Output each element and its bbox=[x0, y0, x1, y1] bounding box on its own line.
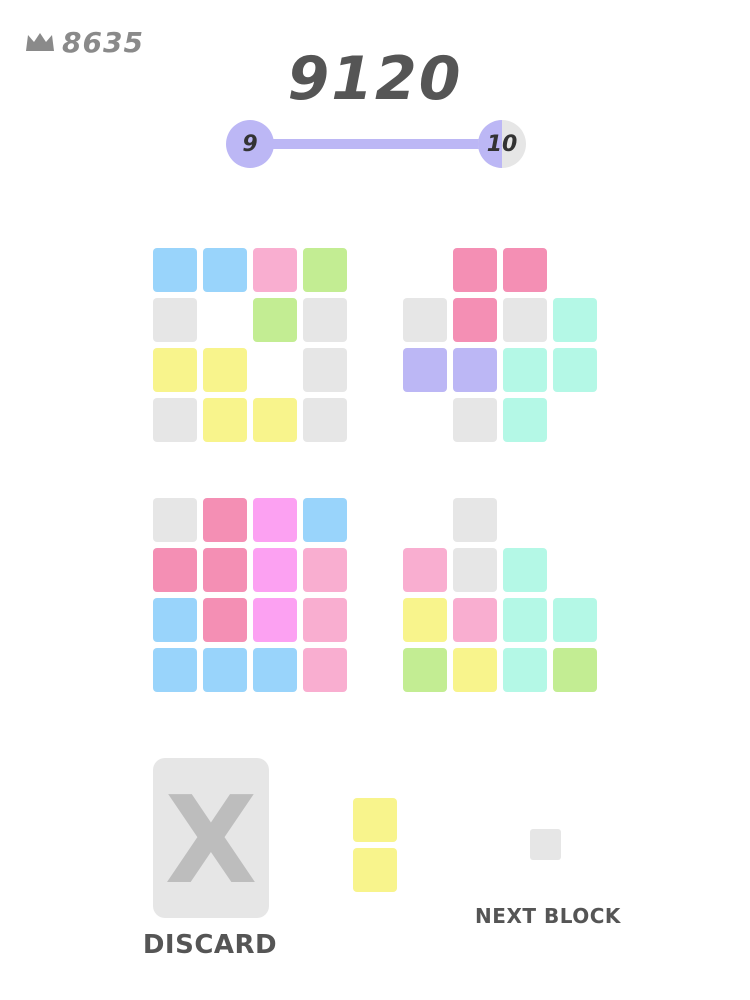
piece-cell[interactable] bbox=[353, 848, 397, 892]
next-block-cell bbox=[530, 829, 561, 860]
board-cell[interactable] bbox=[253, 548, 297, 592]
board-cell[interactable] bbox=[453, 648, 497, 692]
board-cell[interactable] bbox=[303, 648, 347, 692]
current-score: 9120 bbox=[287, 44, 463, 114]
board-cell[interactable] bbox=[203, 598, 247, 642]
board-cell[interactable] bbox=[153, 248, 197, 292]
board-cell[interactable] bbox=[453, 398, 497, 442]
board-cell[interactable] bbox=[503, 648, 547, 692]
board-cell[interactable] bbox=[503, 348, 547, 392]
board-cell[interactable] bbox=[403, 598, 447, 642]
board-cell[interactable] bbox=[553, 648, 597, 692]
board-cell[interactable] bbox=[503, 298, 547, 342]
board-cell[interactable] bbox=[153, 348, 197, 392]
board-cell[interactable] bbox=[453, 348, 497, 392]
board-cell[interactable] bbox=[503, 598, 547, 642]
board-cell[interactable] bbox=[253, 648, 297, 692]
board-cell[interactable] bbox=[553, 598, 597, 642]
board-cell[interactable] bbox=[153, 298, 197, 342]
board-cell[interactable] bbox=[503, 548, 547, 592]
level-current: 9 bbox=[226, 120, 274, 168]
board-cell[interactable] bbox=[153, 498, 197, 542]
board-cell[interactable] bbox=[403, 548, 447, 592]
board-cell[interactable] bbox=[303, 548, 347, 592]
board-cell[interactable] bbox=[403, 348, 447, 392]
discard-label: DISCARD bbox=[142, 930, 278, 960]
board-cell[interactable] bbox=[303, 498, 347, 542]
svg-text:X: X bbox=[165, 786, 258, 890]
level-next-label: 10 bbox=[486, 131, 518, 157]
board-cell[interactable] bbox=[453, 598, 497, 642]
board-cell[interactable] bbox=[203, 548, 247, 592]
board-cell[interactable] bbox=[403, 648, 447, 692]
board-cell[interactable] bbox=[253, 248, 297, 292]
board-bottom-right[interactable] bbox=[403, 498, 599, 694]
level-current-label: 9 bbox=[242, 131, 258, 157]
board-cell[interactable] bbox=[153, 598, 197, 642]
x-icon: X bbox=[165, 786, 258, 890]
board-cell[interactable] bbox=[203, 398, 247, 442]
board-cell[interactable] bbox=[553, 298, 597, 342]
board-cell[interactable] bbox=[203, 348, 247, 392]
board-cell[interactable] bbox=[203, 498, 247, 542]
board-cell[interactable] bbox=[153, 648, 197, 692]
board-cell[interactable] bbox=[253, 498, 297, 542]
board-cell[interactable] bbox=[303, 348, 347, 392]
board-cell[interactable] bbox=[453, 248, 497, 292]
board-cell[interactable] bbox=[303, 598, 347, 642]
board-cell[interactable] bbox=[153, 548, 197, 592]
board-cell[interactable] bbox=[203, 648, 247, 692]
board-cell[interactable] bbox=[303, 298, 347, 342]
piece-cell[interactable] bbox=[353, 798, 397, 842]
board-cell[interactable] bbox=[453, 298, 497, 342]
board-cell[interactable] bbox=[253, 298, 297, 342]
next-block-label: NEXT BLOCK bbox=[475, 904, 621, 928]
board-cell[interactable] bbox=[153, 398, 197, 442]
level-next: 10 bbox=[478, 120, 526, 168]
board-top-right[interactable] bbox=[403, 248, 599, 444]
board-cell[interactable] bbox=[503, 398, 547, 442]
board-cell[interactable] bbox=[253, 398, 297, 442]
board-cell[interactable] bbox=[453, 548, 497, 592]
board-cell[interactable] bbox=[403, 298, 447, 342]
board-cell[interactable] bbox=[303, 248, 347, 292]
level-progress-bar bbox=[248, 139, 502, 149]
board-bottom-left[interactable] bbox=[153, 498, 349, 694]
board-cell[interactable] bbox=[453, 498, 497, 542]
board-cell[interactable] bbox=[253, 598, 297, 642]
discard-button[interactable]: X bbox=[153, 758, 269, 918]
board-cell[interactable] bbox=[203, 248, 247, 292]
board-cell[interactable] bbox=[503, 248, 547, 292]
board-cell[interactable] bbox=[303, 398, 347, 442]
board-top-left[interactable] bbox=[153, 248, 349, 444]
board-cell[interactable] bbox=[553, 348, 597, 392]
